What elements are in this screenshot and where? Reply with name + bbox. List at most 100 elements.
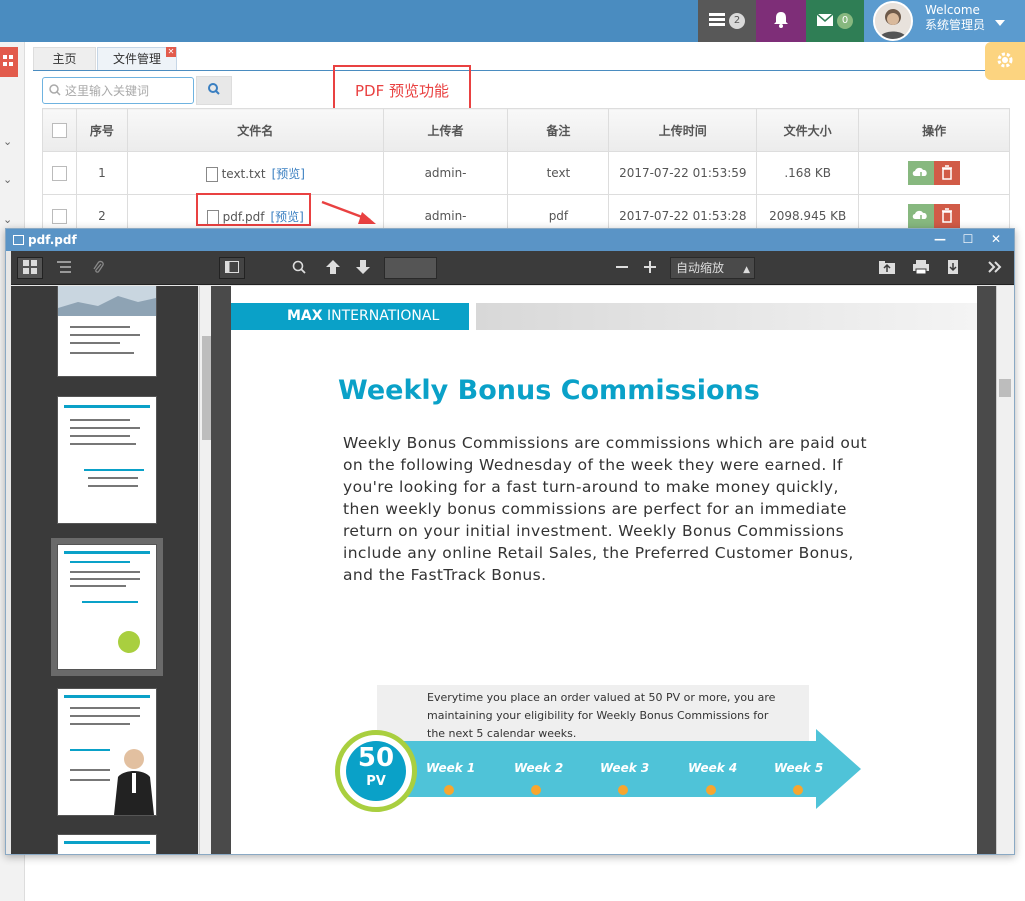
delete-button[interactable] — [934, 161, 961, 185]
outline-view-button[interactable] — [51, 257, 77, 279]
week-dot — [531, 785, 541, 795]
cloud-download-icon — [912, 210, 927, 225]
column-header: 上传者 — [382, 108, 509, 152]
column-header: 上传时间 — [608, 108, 758, 152]
welcome-text: Welcome — [925, 3, 980, 17]
column-header: 操作 — [858, 108, 1010, 152]
next-page-button[interactable] — [351, 257, 375, 279]
minimize-button[interactable]: — — [932, 231, 948, 247]
sidebar-icon — [225, 260, 239, 276]
tab-home[interactable]: 主页 — [33, 47, 96, 70]
pdf-paragraph: Weekly Bonus Commissions are commissions… — [343, 434, 867, 584]
sidebar-toggle-button[interactable] — [0, 47, 18, 77]
tasks-button[interactable]: 2 — [698, 0, 756, 42]
pdf-heading: Weekly Bonus Commissions — [338, 375, 760, 406]
page-thumbnail[interactable] — [57, 396, 157, 524]
preview-link[interactable]: [预览] — [272, 167, 305, 181]
page-thumbnail[interactable] — [57, 286, 157, 377]
pv-number: 50 — [357, 743, 395, 773]
delete-button[interactable] — [934, 204, 961, 228]
download-button[interactable] — [908, 204, 935, 228]
banner-gradient — [476, 303, 977, 330]
attachments-button[interactable] — [85, 257, 111, 279]
trash-icon — [942, 165, 953, 180]
print-button[interactable] — [909, 257, 933, 279]
double-chevron-right-icon — [988, 260, 1002, 276]
row-checkbox[interactable] — [51, 208, 67, 224]
chevron-down-icon[interactable]: ⌄ — [3, 213, 15, 226]
close-button[interactable]: ✕ — [988, 231, 1004, 247]
sidebar-toggle-button[interactable] — [219, 257, 245, 279]
username: 系统管理员 — [925, 18, 986, 32]
page-thumbnail[interactable] — [57, 688, 157, 816]
open-file-button[interactable] — [875, 257, 899, 279]
thumbnail-sidebar — [11, 286, 198, 854]
search-input[interactable] — [65, 81, 190, 100]
dialog-titlebar[interactable]: pdf.pdf — ☐ ✕ — [6, 229, 1014, 251]
chevron-down-icon[interactable]: ⌄ — [3, 173, 15, 186]
chevron-down-icon[interactable]: ⌄ — [3, 135, 15, 148]
table-row: 1 text.txt [预览] admin- text 2017-07-22 01… — [42, 151, 1010, 195]
arrow-down-icon — [356, 259, 370, 277]
thumbnail-scroll-thumb[interactable] — [202, 336, 211, 440]
gear-icon — [996, 51, 1014, 72]
tab-bar: 主页 文件管理 ✕ — [33, 47, 1013, 71]
column-header: 备注 — [507, 108, 610, 152]
week-dot — [444, 785, 454, 795]
maximize-button[interactable]: ☐ — [960, 231, 976, 247]
avatar — [873, 1, 913, 41]
search-box — [42, 77, 194, 104]
download-button[interactable] — [908, 161, 935, 185]
mail-badge: 0 — [837, 13, 853, 29]
tab-file-management[interactable]: 文件管理 — [97, 47, 177, 70]
viewer-scrollbar[interactable] — [996, 286, 1014, 854]
notifications-button[interactable] — [756, 0, 806, 42]
page-number-input[interactable] — [384, 257, 437, 279]
week-label: Week 3 — [600, 761, 650, 775]
actions-cell — [858, 151, 1010, 195]
pdf-toolbar: 自动缩放▲▼ — [11, 251, 1014, 295]
find-button[interactable] — [287, 257, 311, 279]
previous-page-button[interactable] — [321, 257, 345, 279]
more-tools-button[interactable] — [983, 257, 1007, 279]
select-all-checkbox[interactable] — [51, 122, 67, 138]
row-checkbox[interactable] — [51, 165, 67, 181]
column-header: 文件大小 — [756, 108, 860, 152]
column-header: 序号 — [75, 108, 128, 152]
annotation-highlight — [196, 193, 311, 226]
user-menu[interactable]: Welcome 系统管理员 — [864, 0, 1025, 42]
zoom-out-button[interactable] — [611, 257, 633, 279]
page-thumbnail-selected[interactable] — [51, 538, 163, 676]
download-icon — [946, 259, 960, 277]
search-icon — [292, 260, 306, 277]
arrow-up-icon — [326, 259, 340, 277]
row-number: 1 — [75, 151, 128, 195]
caret-down-icon — [995, 15, 1005, 29]
week-dot — [706, 785, 716, 795]
zoom-value: 自动缩放 — [676, 261, 725, 275]
pdf-viewer: MAX INTERNATIONAL Weekly Bonus Commissio… — [211, 286, 997, 854]
search-icon — [49, 84, 61, 99]
note-cell: text — [507, 151, 610, 195]
mail-button[interactable]: 0 — [806, 0, 864, 42]
window-icon — [13, 235, 24, 245]
time-cell: 2017-07-22 01:53:59 — [608, 151, 758, 195]
folder-open-icon — [879, 260, 895, 277]
search-button[interactable] — [196, 76, 232, 105]
week-dot — [793, 785, 803, 795]
close-icon[interactable]: ✕ — [166, 47, 176, 57]
zoom-in-button[interactable] — [639, 257, 661, 279]
envelope-icon — [816, 12, 834, 29]
dialog-title: pdf.pdf — [28, 233, 77, 247]
trash-icon — [942, 208, 953, 223]
viewer-scroll-thumb[interactable] — [999, 379, 1011, 397]
page-thumbnail[interactable] — [57, 834, 157, 854]
column-header: 文件名 — [126, 108, 384, 152]
settings-button[interactable] — [985, 42, 1025, 80]
thumbnail-view-button[interactable] — [17, 257, 43, 279]
bell-icon — [774, 11, 788, 31]
download-button[interactable] — [941, 257, 965, 279]
pdf-preview-dialog: pdf.pdf — ☐ ✕ 自动缩放▲▼ — [5, 228, 1015, 855]
zoom-select[interactable]: 自动缩放▲▼ — [670, 257, 755, 295]
week-label: Week 4 — [688, 761, 738, 775]
